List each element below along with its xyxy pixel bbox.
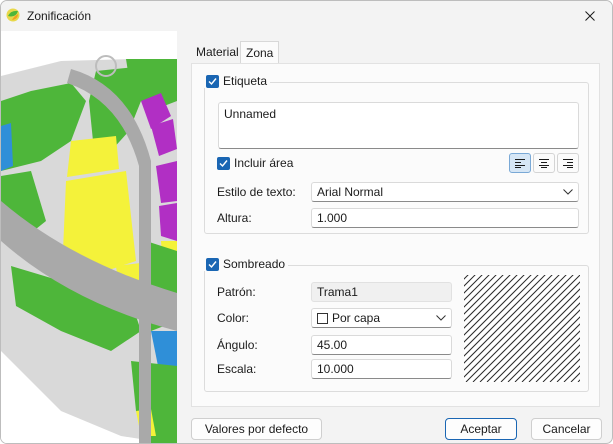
check-icon [219,159,228,167]
align-left-icon [515,158,525,168]
hatch-group-header: Sombreado [203,257,289,271]
color-swatch [317,312,328,324]
check-icon [208,77,217,85]
alignment-group [509,153,579,173]
text-style-label: Estilo de texto: [217,185,296,199]
align-center-icon [539,158,549,168]
window-title: Zonificación [27,9,92,23]
label-checkbox[interactable] [206,74,219,88]
scale-label: Escala: [217,362,257,376]
align-right-button[interactable] [557,153,579,173]
cancel-button[interactable]: Cancelar [531,418,602,440]
label-text-input[interactable]: Unnamed [218,102,579,149]
align-center-button[interactable] [533,153,555,173]
close-icon [585,11,595,21]
close-button[interactable] [579,5,601,27]
height-label: Altura: [217,211,252,225]
text-style-value: Arial Normal [317,185,384,199]
accept-button[interactable]: Aceptar [445,418,517,440]
tab-material[interactable]: Material [191,41,244,63]
text-style-select[interactable]: Arial Normal [311,182,579,202]
pattern-field[interactable]: Trama1 [311,282,452,302]
color-select[interactable]: Por capa [311,308,452,328]
height-input[interactable]: 1.000 [311,208,579,228]
color-select-content: Por capa [317,311,380,325]
chevron-down-icon [436,315,446,321]
zoning-dialog: Zonificación Material Zona Etiqueta Unna… [0,0,613,444]
angle-label: Ángulo: [217,338,258,352]
hatch-group-title: Sombreado [223,257,286,271]
chevron-down-icon [563,189,573,195]
label-group-header: Etiqueta [203,74,271,88]
defaults-button[interactable]: Valores por defecto [191,418,322,440]
angle-input[interactable]: 45.00 [311,335,452,355]
title-bar: Zonificación [1,1,612,31]
check-icon [208,260,217,268]
align-right-icon [563,158,573,168]
include-area-label: Incluir área [234,156,294,170]
include-area-option: Incluir área [217,156,293,170]
zoning-map-image [1,31,177,443]
hatch-group: Sombreado Patrón: Trama1 Color: Por capa… [203,257,589,392]
zoning-app-icon [6,8,20,22]
hatch-checkbox[interactable] [206,257,219,271]
color-label: Color: [217,311,250,325]
tab-panel-zona: Etiqueta Unnamed Incluir área Estilo de … [191,63,600,407]
zoning-preview [1,31,177,443]
align-left-button[interactable] [509,153,531,173]
include-area-checkbox[interactable] [217,156,230,170]
pattern-label: Patrón: [217,285,256,299]
tab-zona[interactable]: Zona [240,41,280,64]
label-group-title: Etiqueta [223,74,268,88]
label-group: Etiqueta Unnamed Incluir área Estilo de … [203,74,589,234]
scale-input[interactable]: 10.000 [311,359,452,379]
color-value: Por capa [332,311,381,325]
hatch-pattern-preview [464,275,580,382]
